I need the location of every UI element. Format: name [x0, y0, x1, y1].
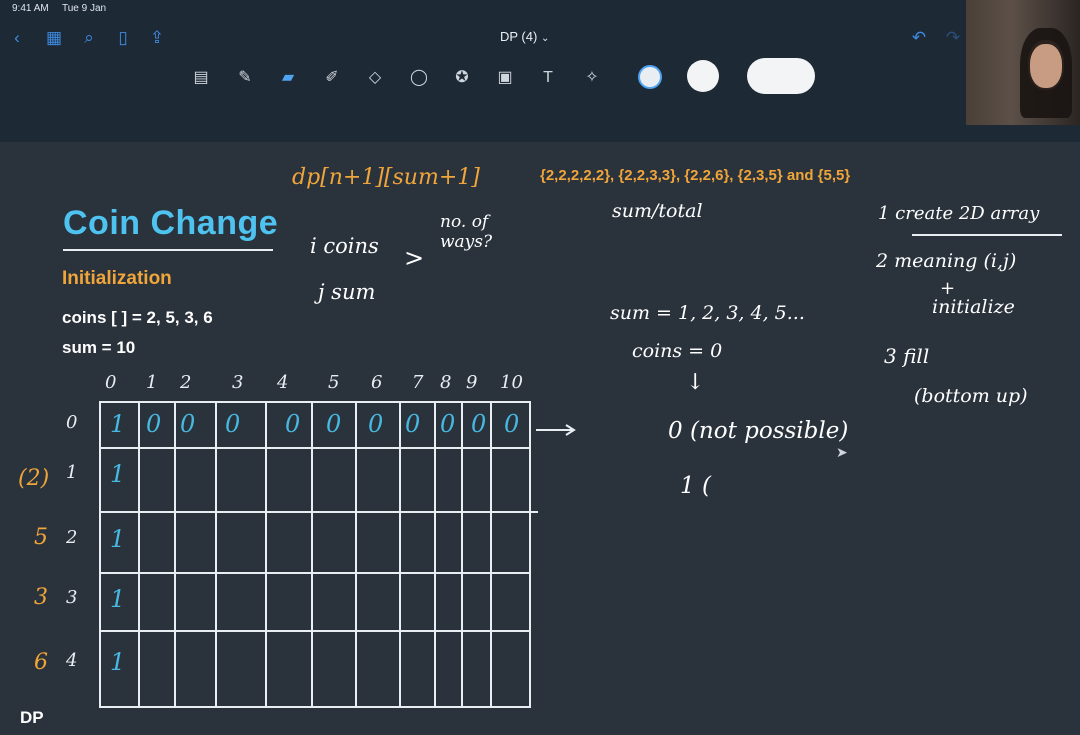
- column-header: 7: [412, 372, 424, 393]
- table-cell: 0: [146, 410, 162, 438]
- row-header: 1: [66, 462, 78, 483]
- row0-right-arrow: [536, 424, 576, 436]
- column-header: 8: [440, 372, 452, 393]
- row-header: 2: [66, 527, 78, 548]
- column-header: 2: [180, 372, 192, 393]
- table-cell: 0: [440, 410, 456, 438]
- table-cell: 0: [471, 410, 487, 438]
- column-header: 5: [328, 372, 340, 393]
- coin-label: (2): [18, 466, 50, 491]
- column-header: 3: [232, 372, 244, 393]
- table-cell: 1: [110, 585, 126, 613]
- table-cell: 0: [368, 410, 384, 438]
- row-header: 0: [66, 412, 78, 433]
- table-cell: 0: [225, 410, 241, 438]
- coin-label: 5: [34, 525, 48, 550]
- table-cell: 0: [285, 410, 301, 438]
- table-cell: 0: [326, 410, 342, 438]
- coin-label: 6: [34, 650, 48, 675]
- coin-label: 3: [34, 585, 48, 610]
- dp-table-grid: [99, 401, 576, 708]
- column-header: 4: [277, 372, 289, 393]
- table-cell: 1: [110, 525, 126, 553]
- column-header: 9: [466, 372, 478, 393]
- table-cell: 1: [110, 460, 126, 488]
- column-header: 6: [371, 372, 383, 393]
- column-header: 0: [105, 372, 117, 393]
- column-header: 10: [500, 372, 523, 393]
- row-header: 4: [66, 650, 78, 671]
- table-cell: 0: [180, 410, 196, 438]
- table-cell: 0: [405, 410, 421, 438]
- table-cell: 0: [504, 410, 520, 438]
- table-cell: 1: [110, 410, 126, 438]
- column-header: 1: [146, 372, 158, 393]
- row-header: 3: [66, 587, 78, 608]
- table-cell: 1: [110, 648, 126, 676]
